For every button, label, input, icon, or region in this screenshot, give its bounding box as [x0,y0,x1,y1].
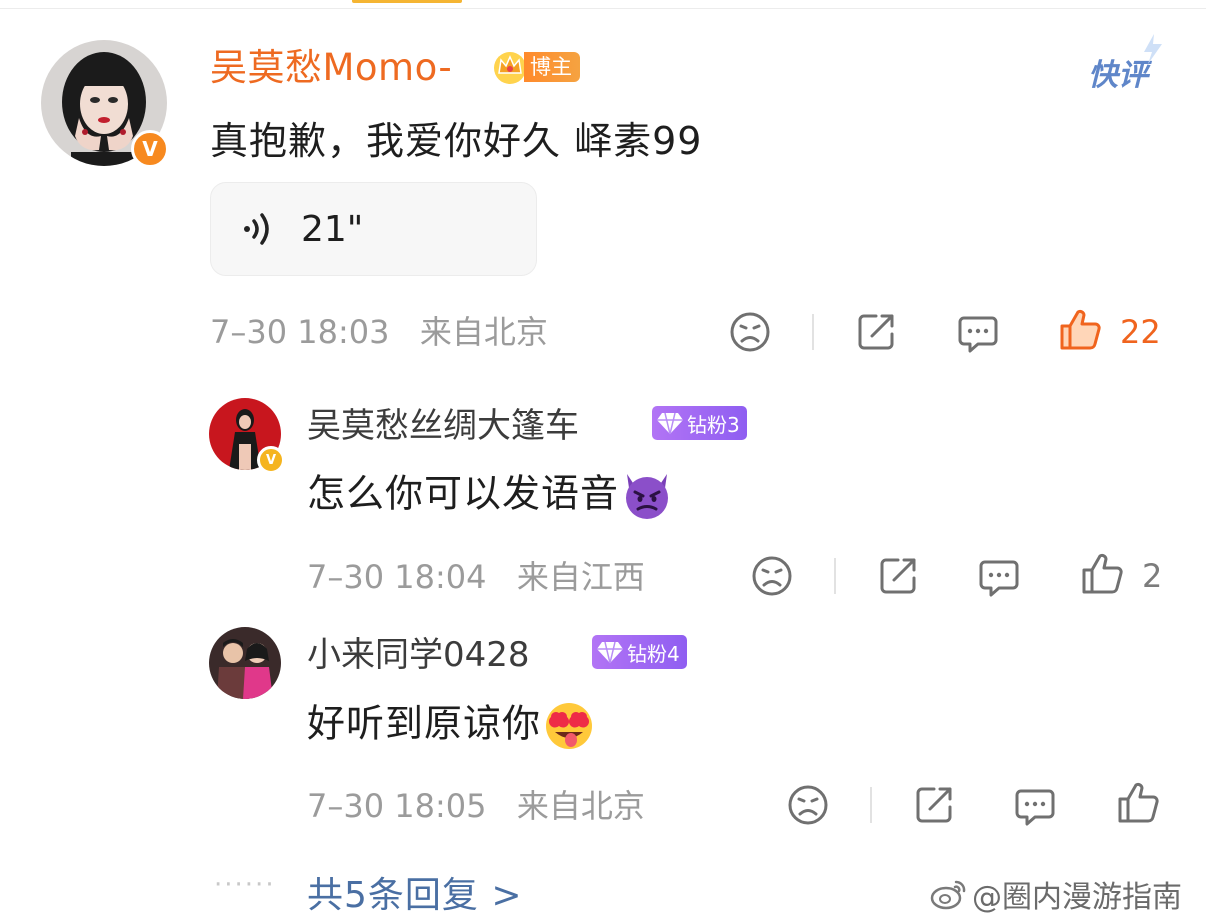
reply-username[interactable]: 吴莫愁丝绸大篷车 [307,405,579,447]
fan-badge-label: 钻粉3 [687,412,740,437]
voice-duration: 21" [301,208,364,250]
like-count: 22 [1120,313,1161,351]
reply-text-content: 好听到原谅你 [307,701,542,746]
like-icon[interactable] [1058,308,1102,352]
more-replies-link[interactable]: 共5条回复 > [307,866,523,918]
reply-meta: 7–30 18:05 来自北京 [307,786,645,826]
top-tab-indicator [352,0,462,3]
comment-date: 7–30 18:03 [210,313,390,351]
top-comment-avatar[interactable]: V [41,40,169,168]
action-divider [870,787,872,823]
share-icon[interactable] [854,310,898,354]
quick-review-spark-icon [1144,34,1162,64]
comment-icon[interactable] [1013,785,1057,829]
fan-badge: 钻粉3 [652,406,747,440]
voice-wave-icon [244,213,269,245]
comment-location: 来自江西 [516,558,645,596]
sad-face-icon[interactable] [786,783,830,827]
blogger-badge: 博主 [492,49,580,85]
action-divider [834,558,836,594]
heart-eyes-emoji-icon [546,703,593,749]
top-comment-meta: 7–30 18:03 来自北京 [210,312,548,352]
share-icon[interactable] [912,783,956,827]
reply-meta: 7–30 18:04 来自江西 [307,557,645,597]
verified-icon: V [131,130,169,168]
like-icon[interactable] [1080,552,1124,596]
devil-emoji-icon [626,474,669,519]
quick-review-button[interactable]: 快评 [1088,50,1148,94]
action-divider [812,314,814,350]
watermark: @圈内漫游指南 [930,872,1182,916]
comment-location: 来自北京 [516,787,645,825]
comment-date: 7–30 18:05 [307,787,487,825]
avatar [209,627,281,699]
blogger-badge-label: 博主 [524,52,580,82]
watermark-text: @圈内漫游指南 [972,880,1182,915]
reply-avatar[interactable]: V [209,398,285,474]
reply-text-content: 怎么你可以发语音 [307,471,620,516]
reply-text: 好听到原谅你 [307,698,597,754]
share-icon[interactable] [876,554,920,598]
top-comment-username[interactable]: 吴莫愁Momo- [210,46,452,90]
comment-icon[interactable] [977,556,1021,600]
fan-badge-label: 钻粉4 [627,641,680,666]
diamond-icon [657,412,683,435]
comment-icon[interactable] [956,312,1000,356]
crown-icon [494,52,526,84]
weibo-logo-icon [930,880,966,910]
reply-username[interactable]: 小来同学0428 [307,634,530,676]
reply-avatar[interactable] [209,627,285,703]
fan-badge: 钻粉4 [592,635,687,669]
sad-face-icon[interactable] [728,310,772,354]
top-divider [0,8,1206,9]
more-dots: ······ [214,870,276,900]
verified-icon: V [257,446,285,474]
top-comment-text: 真抱歉，我爱你好久 峄素99 [210,119,703,163]
diamond-icon [597,641,623,664]
reply-text: 怎么你可以发语音 [307,470,675,522]
like-count: 2 [1142,557,1163,595]
comment-date: 7–30 18:04 [307,558,487,596]
voice-message[interactable]: 21" [210,182,537,276]
comment-location: 来自北京 [419,313,548,351]
sad-face-icon[interactable] [750,554,794,598]
like-icon[interactable] [1116,781,1160,825]
